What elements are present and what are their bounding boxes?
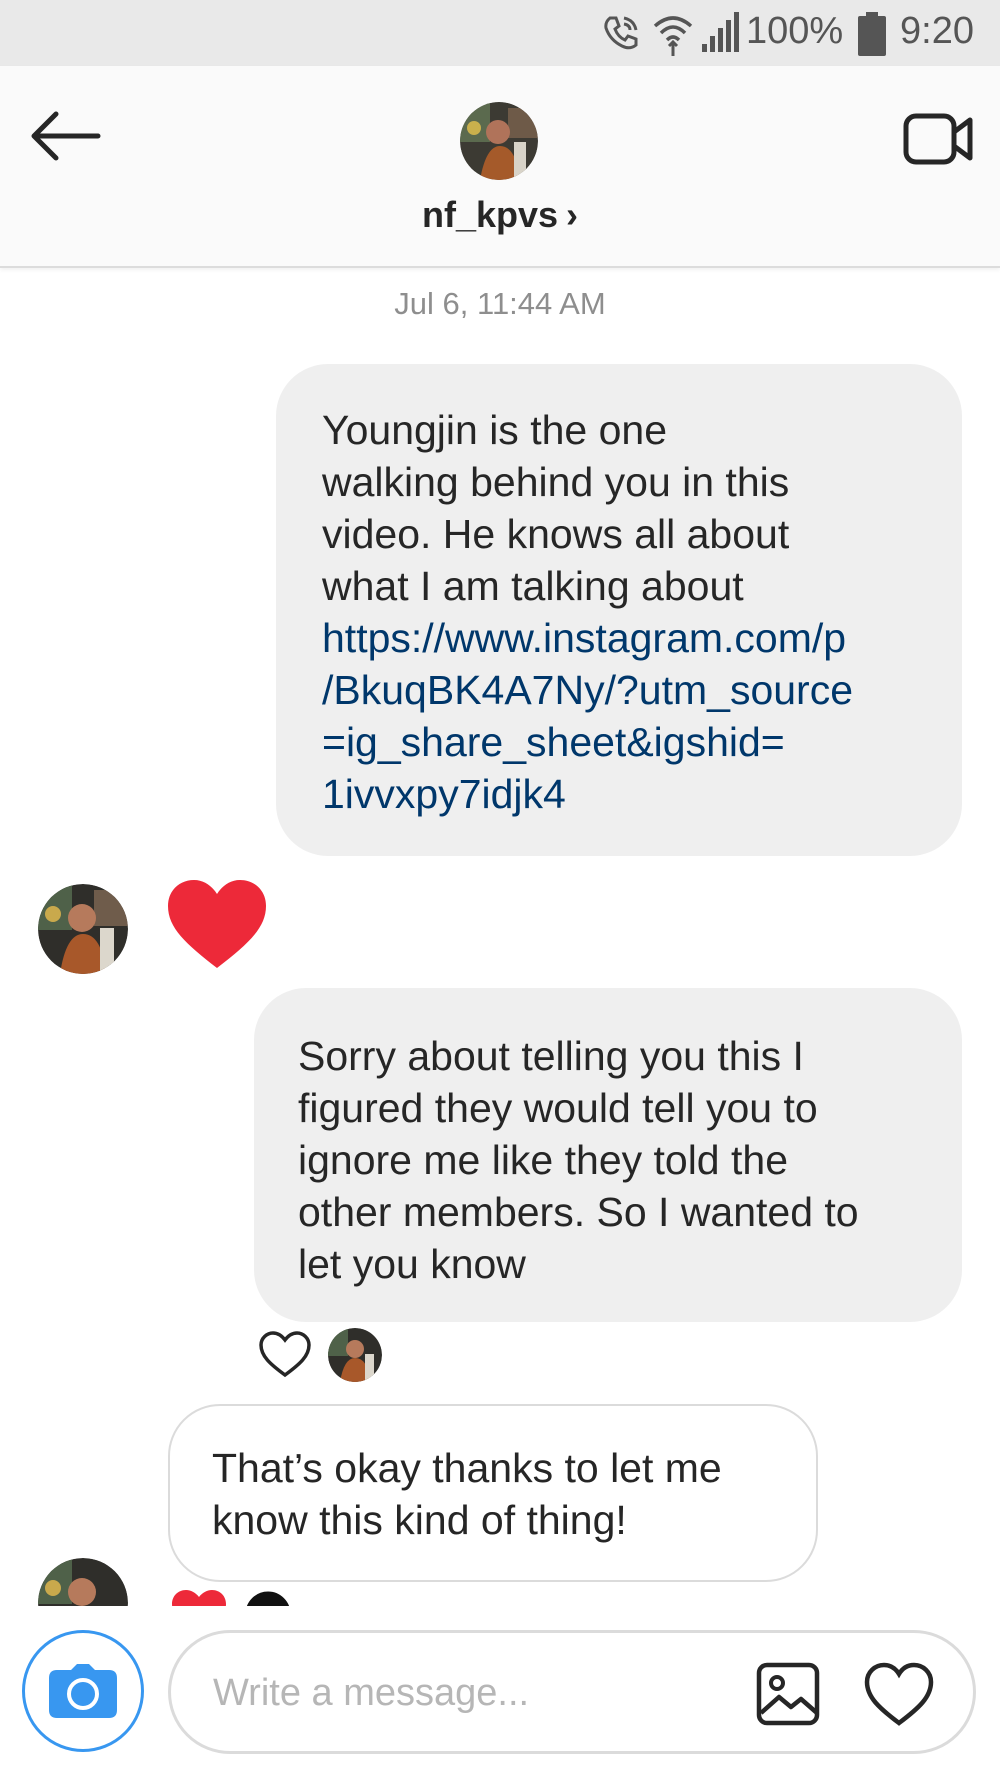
signal-icon [702, 12, 739, 52]
reactor-avatar[interactable] [328, 1328, 382, 1382]
wifi-icon [653, 16, 693, 56]
message-line: Sorry about telling you this I [298, 1033, 804, 1079]
message-line: Youngjin is the one [322, 407, 667, 453]
heart-outline-icon[interactable] [258, 1330, 312, 1378]
video-camera-icon[interactable] [900, 106, 976, 172]
shared-link[interactable]: =ig_share_sheet&igshid= [322, 716, 962, 768]
message-input[interactable] [213, 1663, 713, 1723]
message-line: walking behind you in this [322, 459, 790, 505]
message-line: That’s okay thanks to let me [212, 1445, 722, 1491]
chevron-right-icon: › [566, 194, 579, 235]
avatar[interactable] [38, 884, 128, 974]
camera-icon [49, 1664, 117, 1718]
message-line: know this kind of thing! [212, 1497, 627, 1543]
avatar[interactable] [460, 102, 538, 180]
heart-reaction-icon [168, 880, 266, 968]
message-line: other members. So I wanted to [298, 1189, 859, 1235]
camera-button[interactable] [22, 1630, 144, 1752]
shared-link[interactable]: /BkuqBK4A7Ny/?utm_source [322, 664, 962, 716]
heart-icon[interactable] [863, 1661, 935, 1727]
sent-message-bubble[interactable]: Youngjin is the one walking behind you i… [276, 364, 962, 856]
username-label: nf_kpvs [421, 194, 559, 235]
sent-message-bubble[interactable]: Sorry about telling you this I figured t… [254, 988, 962, 1322]
message-field[interactable] [168, 1630, 976, 1754]
shared-link[interactable]: 1ivvxpy7idjk4 [322, 768, 962, 820]
wifi-calling-icon [604, 16, 638, 50]
status-bar: 100% 9:20 [0, 0, 1000, 66]
shared-link[interactable]: https://www.instagram.com/p [322, 612, 962, 664]
conversation-username[interactable]: nf_kpvs › [0, 194, 1000, 236]
battery-percent: 100% [746, 10, 844, 52]
conversation-header: nf_kpvs › [0, 66, 1000, 268]
clock: 9:20 [900, 10, 974, 52]
message-line: figured they would tell you to [298, 1085, 818, 1131]
image-gallery-icon[interactable] [755, 1661, 821, 1727]
message-line: let you know [298, 1241, 526, 1287]
message-line: ignore me like they told the [298, 1137, 788, 1183]
received-message-bubble[interactable]: That’s okay thanks to let me know this k… [168, 1404, 818, 1582]
message-line: what I am talking about [322, 563, 744, 609]
back-arrow-icon[interactable] [28, 106, 104, 166]
message-line: video. He knows all about [322, 511, 790, 557]
thread-timestamp: Jul 6, 11:44 AM [394, 286, 606, 321]
battery-icon [858, 12, 886, 56]
